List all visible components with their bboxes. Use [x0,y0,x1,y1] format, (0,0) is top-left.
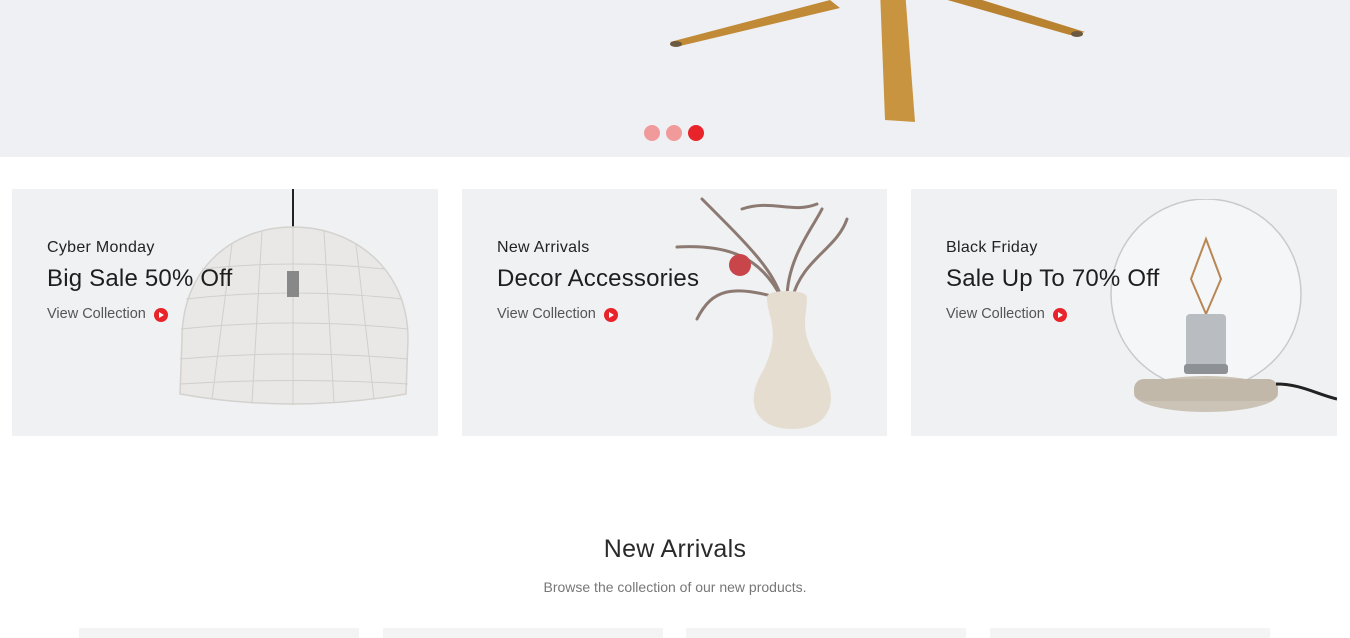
banner-eyebrow: New Arrivals [497,239,590,256]
product-card[interactable] [79,628,359,638]
cta-label: View Collection [946,305,1045,322]
banner-headline: Big Sale 50% Off [47,265,233,292]
slider-dots [644,125,704,141]
product-card[interactable] [383,628,663,638]
play-circle-icon [1052,308,1067,322]
banner-eyebrow: Black Friday [946,239,1038,256]
banner-black-friday[interactable]: Black Friday Sale Up To 70% Off View Col… [911,189,1337,436]
cta-label: View Collection [497,305,596,322]
play-circle-icon [153,308,168,322]
banner-headline: Decor Accessories [497,265,700,292]
banner-text: Cyber Monday Big Sale 50% Off View Colle… [47,239,233,322]
banner-text: New Arrivals Decor Accessories View Coll… [497,239,699,322]
section-subtitle: Browse the collection of our new product… [543,579,807,595]
product-card[interactable] [990,628,1270,638]
chair-image [670,0,1085,122]
banner-headline: Sale Up To 70% Off [946,265,1160,292]
view-collection-link[interactable]: View Collection [497,305,699,322]
slider-dot-3[interactable] [688,125,704,141]
slider-dot-1[interactable] [644,125,660,141]
slider-dot-2[interactable] [666,125,682,141]
view-collection-link[interactable]: View Collection [946,305,1160,322]
banner-cyber-monday[interactable]: Cyber Monday Big Sale 50% Off View Colle… [12,189,438,436]
vase-image [675,197,849,429]
view-collection-link[interactable]: View Collection [47,305,233,322]
banner-new-arrivals[interactable]: New Arrivals Decor Accessories View Coll… [462,189,887,436]
hero-slider [0,0,1350,157]
banner-text: Black Friday Sale Up To 70% Off View Col… [946,239,1160,322]
cta-label: View Collection [47,305,146,322]
play-circle-icon [603,308,618,322]
banner-eyebrow: Cyber Monday [47,239,155,256]
section-title: New Arrivals [603,535,747,563]
product-card[interactable] [686,628,966,638]
